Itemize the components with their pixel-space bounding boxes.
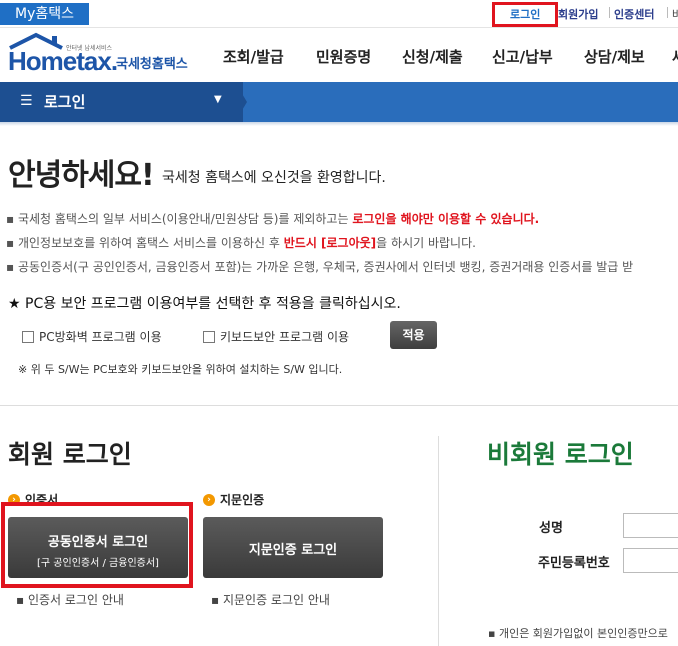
menu-truncated[interactable]: 세 <box>672 46 678 67</box>
section-divider <box>0 405 678 406</box>
name-input[interactable] <box>623 513 678 538</box>
notice-item: ▪ 국세청 홈택스의 일부 서비스(이용안내/민원상담 등)를 제외하고는 로그… <box>6 212 540 226</box>
fingerprint-login-guide-link[interactable]: ▪ 지문인증 로그인 안내 <box>211 591 330 608</box>
fingerprint-subheading: › 지문인증 <box>203 491 264 508</box>
chevron-right-icon: › <box>203 493 215 506</box>
join-link[interactable]: 회원가입 <box>558 6 598 22</box>
fingerprint-login-button[interactable]: 지문인증 로그인 <box>203 517 383 578</box>
utility-bar: My홈택스 로그인 회원가입 인증센터 바 <box>0 0 678 28</box>
firewall-checkbox[interactable] <box>22 330 34 343</box>
global-nav: 안터넷 납세서비스 Hometax. 국세청홈택스 조회/발급 민원증명 신청/… <box>0 28 678 82</box>
sw-note: ※ 위 두 S/W는 PC보호와 키보드보안을 위하여 설치하는 S/W 입니다… <box>18 363 343 376</box>
my-hometax-link[interactable]: My홈택스 <box>0 3 89 25</box>
rrn-input[interactable] <box>623 548 678 573</box>
nonmember-note: ▪ 개인은 회원가입없이 본인인증만으로 <box>488 627 668 640</box>
menu-consult-report[interactable]: 상담/제보 <box>584 46 645 67</box>
band-arrow <box>235 82 247 122</box>
logo-wordmark: Hometax. <box>8 46 118 76</box>
cert-center-link[interactable]: 인증센터 <box>614 6 654 22</box>
cert-login-highlight-box <box>1 502 193 588</box>
chevron-down-icon: ▼ <box>214 94 222 105</box>
truncated-util-link[interactable]: 바 <box>672 6 678 22</box>
column-divider <box>438 436 439 646</box>
member-login-title: 회원 로그인 <box>8 440 132 469</box>
notice-item: ▪ 개인정보보호를 위하여 홈택스 서비스를 이용하신 후 반드시 [로그아웃]… <box>6 236 476 250</box>
name-label: 성명 <box>539 521 563 536</box>
greeting-subtitle: 국세청 홈택스에 오신것을 환영합니다. <box>162 170 386 186</box>
rrn-label: 주민등록번호 <box>538 556 610 571</box>
menu-filing-payment[interactable]: 신고/납부 <box>492 46 553 67</box>
separator <box>609 7 610 18</box>
hometax-logo[interactable]: 안터넷 납세서비스 Hometax. 국세청홈택스 <box>6 32 192 76</box>
cert-login-guide-link[interactable]: ▪ 인증서 로그인 안내 <box>16 591 124 608</box>
security-instruction: ★ PC용 보안 프로그램 이용여부를 선택한 후 적용을 클릭하십시오. <box>8 296 401 312</box>
firewall-label: PC방화벽 프로그램 이용 <box>39 330 162 344</box>
location-bar: ☰ 로그인 ▼ <box>0 82 678 122</box>
menu-application[interactable]: 신청/제출 <box>402 46 463 67</box>
menu-civil-certificate[interactable]: 민원증명 <box>316 46 371 67</box>
keyboard-security-checkbox[interactable] <box>203 330 215 343</box>
firewall-option[interactable]: PC방화벽 프로그램 이용 <box>22 328 162 345</box>
keyboard-security-label: 키보드보안 프로그램 이용 <box>220 330 350 344</box>
greeting-title: 안녕하세요! <box>8 158 155 193</box>
apply-button[interactable]: 적용 <box>390 321 437 349</box>
band-shadow <box>0 122 678 126</box>
fingerprint-login-label: 지문인증 로그인 <box>248 543 338 558</box>
login-highlight-box <box>492 2 558 27</box>
notice-item: ▪ 공동인증서(구 공인인증서, 금융인증서 포함)는 가까운 은행, 우체국,… <box>6 260 634 274</box>
location-label: 로그인 <box>44 93 86 111</box>
nonmember-login-title: 비회원 로그인 <box>487 440 634 469</box>
keyboard-option[interactable]: 키보드보안 프로그램 이용 <box>203 328 349 345</box>
separator <box>667 7 668 18</box>
menu-list-icon: ☰ <box>20 93 33 109</box>
logo-korean: 국세청홈택스 <box>116 57 188 72</box>
location-dropdown[interactable]: ☰ 로그인 ▼ <box>0 82 243 122</box>
menu-inquiry[interactable]: 조회/발급 <box>223 46 284 67</box>
